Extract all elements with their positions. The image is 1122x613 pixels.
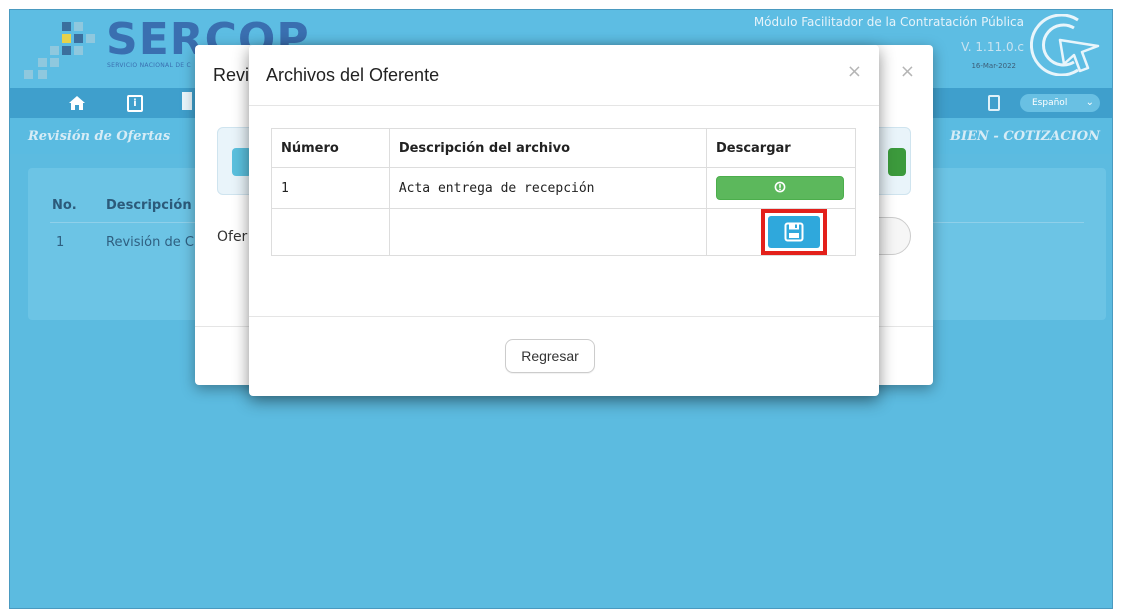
files-modal-title: Archivos del Oferente (266, 65, 440, 85)
header-descargar: Descargar (705, 128, 857, 168)
bg-row-descripcion: Revisión de C (106, 235, 194, 250)
save-icon (784, 222, 804, 242)
table-row: 1 Acta entrega de recepción (271, 167, 857, 209)
files-table: Número Descripción del archivo Descargar… (271, 128, 857, 256)
header-descripcion: Descripción del archivo (388, 128, 707, 168)
save-button-container (747, 209, 827, 255)
table-header-row: Número Descripción del archivo Descargar (271, 128, 857, 168)
breadcrumb: Revisión de Ofertas (28, 129, 171, 144)
module-title: Módulo Facilitador de la Contratación Pú… (753, 15, 1024, 29)
close-icon[interactable]: × (900, 61, 915, 82)
action-button[interactable] (888, 148, 906, 176)
sercop-logo-mark (24, 20, 95, 80)
cell-guardar (705, 208, 857, 256)
cell-descargar (705, 167, 857, 209)
home-icon[interactable] (68, 95, 86, 111)
cell-numero: 1 (271, 167, 390, 209)
cell-descripcion: Acta entrega de recepción (388, 167, 707, 209)
language-select[interactable]: Español ⌄ (1020, 94, 1100, 112)
cell-descripcion (388, 208, 707, 256)
process-type: BIEN - COTIZACION (950, 129, 1100, 144)
cursor-logo-icon (1030, 14, 1100, 76)
back-button[interactable]: Regresar (505, 339, 595, 373)
files-modal: Archivos del Oferente × Número Descripci… (249, 45, 879, 396)
module-version: V. 1.11.0.c (961, 40, 1024, 54)
bg-row-no: 1 (56, 235, 65, 250)
document-icon[interactable] (988, 95, 1000, 111)
bg-header-no: No. (52, 198, 77, 213)
divider (249, 105, 879, 106)
header-numero: Número (271, 128, 390, 168)
close-icon[interactable]: × (847, 61, 862, 82)
save-button[interactable] (767, 216, 820, 248)
module-date: 16-Mar-2022 (971, 62, 1016, 70)
logo-subtitle: SERVICIO NACIONAL DE C (107, 62, 192, 69)
divider (249, 316, 879, 317)
download-button[interactable] (715, 176, 844, 200)
review-modal-title: Revi (213, 65, 250, 85)
cell-numero (271, 208, 390, 256)
document-icon[interactable] (182, 92, 192, 110)
table-row (271, 208, 857, 256)
bg-header-descripcion: Descripción (106, 198, 192, 213)
info-icon[interactable]: i (127, 95, 143, 112)
chevron-down-icon: ⌄ (1085, 97, 1094, 108)
language-value: Español (1032, 98, 1068, 108)
download-icon (774, 181, 786, 193)
oferente-label: Ofer (217, 229, 248, 245)
